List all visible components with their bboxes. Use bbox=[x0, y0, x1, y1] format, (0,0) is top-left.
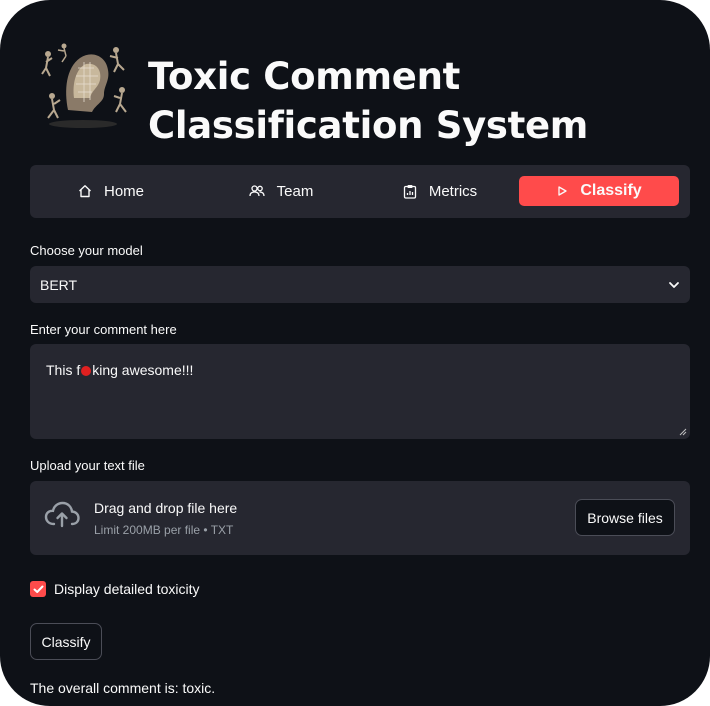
detailed-toxicity-checkbox[interactable] bbox=[30, 581, 46, 597]
page-title: Toxic Comment Classification System bbox=[148, 55, 589, 147]
model-select[interactable]: BERT bbox=[30, 266, 690, 303]
play-icon bbox=[558, 186, 567, 196]
nav-item-home-label: Home bbox=[103, 182, 144, 200]
team-icon bbox=[249, 185, 265, 197]
checkmark-icon bbox=[33, 585, 43, 593]
nav-item-metrics-label: Metrics bbox=[428, 182, 478, 200]
clipboard-icon bbox=[403, 184, 416, 199]
app-window: Toxic Comment Classification System Home… bbox=[0, 0, 710, 706]
censor-mark-icon bbox=[81, 366, 92, 376]
nav-item-team[interactable]: Team bbox=[201, 176, 361, 206]
detailed-toxicity-option[interactable]: Display detailed toxicity bbox=[30, 580, 200, 598]
file-dropzone[interactable]: Drag and drop file here Limit 200MB per … bbox=[30, 481, 690, 555]
nav-item-metrics[interactable]: Metrics bbox=[360, 176, 520, 206]
resize-handle-icon[interactable] bbox=[677, 426, 687, 436]
comment-input-label: Enter your comment here bbox=[30, 322, 177, 337]
dropzone-limit: Limit 200MB per file • TXT bbox=[94, 523, 234, 537]
comment-text-prefix: This f bbox=[46, 362, 81, 378]
upload-label: Upload your text file bbox=[30, 458, 145, 473]
comment-input[interactable]: This f king awesome!!! bbox=[30, 344, 690, 439]
classify-button[interactable]: Classify bbox=[30, 623, 102, 660]
browse-files-button[interactable]: Browse files bbox=[575, 499, 675, 536]
nav-bar: Home Team Metrics Classify bbox=[30, 165, 690, 218]
model-select-value: BERT bbox=[40, 276, 78, 293]
nav-item-classify-label: Classify bbox=[580, 182, 642, 199]
app-logo bbox=[34, 38, 132, 130]
cloud-upload-icon bbox=[44, 501, 80, 528]
classification-result: The overall comment is: toxic. bbox=[30, 680, 216, 696]
nav-item-team-label: Team bbox=[276, 182, 314, 200]
dropzone-instructions: Drag and drop file here bbox=[94, 500, 238, 516]
detailed-toxicity-label: Display detailed toxicity bbox=[54, 581, 200, 597]
comment-text-suffix: king awesome!!! bbox=[92, 362, 194, 378]
model-select-label: Choose your model bbox=[30, 243, 143, 258]
nav-item-home[interactable]: Home bbox=[31, 176, 191, 206]
home-icon bbox=[79, 185, 91, 198]
chevron-down-icon bbox=[669, 281, 679, 288]
nav-item-classify[interactable]: Classify bbox=[519, 176, 679, 206]
